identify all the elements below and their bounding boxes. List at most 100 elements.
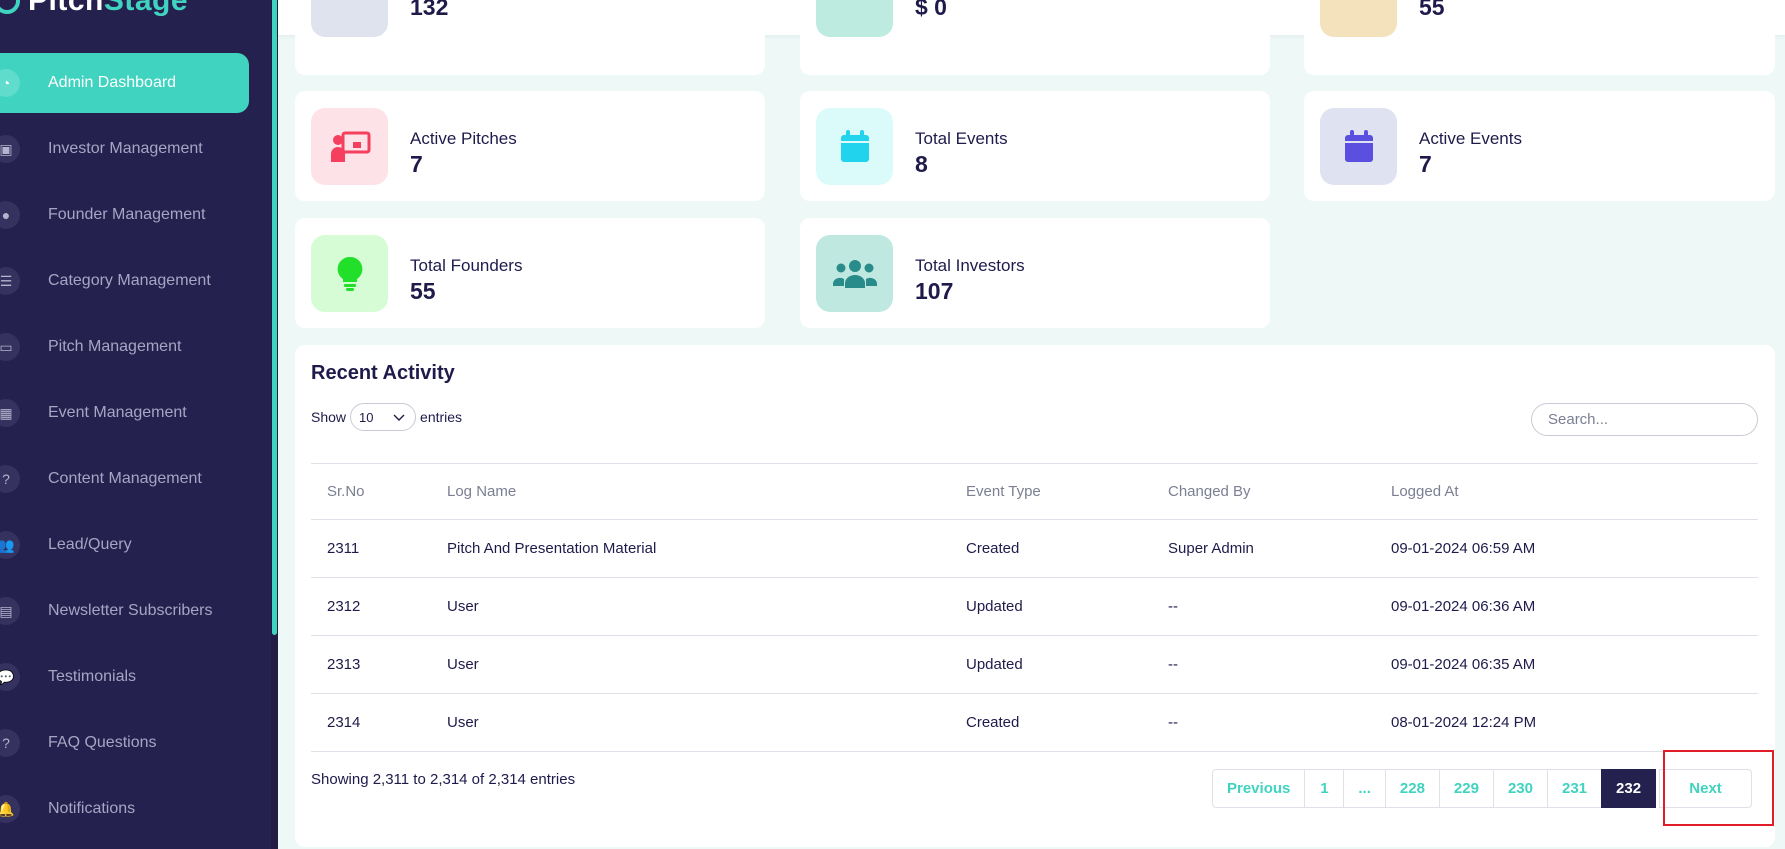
stat-card-active-events[interactable]: Active Events 7 — [1304, 91, 1775, 201]
logo-mark-icon — [0, 0, 20, 14]
table-header-row: Sr.No Log Name Event Type Changed By Log… — [311, 463, 1758, 520]
table-cell: User — [447, 598, 479, 615]
pagination-ellipsis[interactable]: ... — [1343, 769, 1386, 808]
recent-activity-panel: Recent Activity Show 10 entries Sr.No Lo… — [295, 345, 1775, 847]
column-header-changed-by[interactable]: Changed By — [1152, 464, 1375, 520]
column-header-logged-at[interactable]: Logged At — [1375, 464, 1758, 520]
question-icon: ? — [0, 729, 20, 757]
page-button-232[interactable]: 232 — [1601, 769, 1657, 808]
table-row: 2313 User Updated -- 09-01-2024 06:35 AM — [311, 636, 1758, 694]
column-header-sr-no[interactable]: Sr.No — [311, 464, 431, 520]
sidebar-item-investor-management[interactable]: ▣ Investor Management — [0, 119, 249, 179]
stat-value: 107 — [915, 278, 954, 304]
page-button-1[interactable]: 1 — [1304, 769, 1345, 808]
table-info: Showing 2,311 to 2,314 of 2,314 entries — [311, 771, 576, 788]
previous-button[interactable]: Previous — [1212, 769, 1306, 808]
next-button[interactable]: Next — [1659, 769, 1753, 808]
column-header-log-name[interactable]: Log Name — [431, 464, 950, 520]
table-cell: -- — [1168, 714, 1178, 731]
table-cell: User — [447, 656, 479, 673]
sidebar-item-founder-management[interactable]: ● Founder Management — [0, 185, 249, 245]
stat-card-total-investors[interactable]: Total Investors 107 — [800, 218, 1270, 328]
stat-card-active-pitches[interactable]: Active Pitches 7 — [295, 91, 765, 201]
stat-label: Active Pitches — [410, 129, 517, 148]
gauge-icon: ◔ — [0, 69, 20, 97]
page-button-231[interactable]: 231 — [1546, 769, 1603, 808]
sidebar-item-label: Event Management — [48, 404, 187, 421]
page-button-230[interactable]: 230 — [1492, 769, 1548, 808]
page-button-229[interactable]: 229 — [1438, 769, 1494, 808]
table-cell: 08-01-2024 12:24 PM — [1391, 714, 1537, 731]
sidebar-item-pitch-management[interactable]: ▭ Pitch Management — [0, 317, 249, 377]
table-cell: Super Admin — [1168, 540, 1254, 557]
sidebar-item-label: Testimonials — [48, 668, 137, 685]
search-input[interactable] — [1531, 403, 1758, 436]
page-length-select[interactable]: 10 — [350, 403, 417, 431]
sidebar-scrollbar[interactable] — [271, 0, 278, 849]
stat-card-partial-2: $ 0 — [800, 0, 1270, 75]
sidebar-item-label: Content Management — [48, 470, 202, 487]
contact-book-icon: ▣ — [0, 135, 20, 163]
sidebar: PitchStage ◔ Admin Dashboard ▣ Investor Man… — [0, 0, 278, 849]
sidebar-item-category-management[interactable]: ☰ Category Management — [0, 251, 249, 311]
sidebar-item-testimonials[interactable]: 💬 Testimonials — [0, 647, 249, 707]
question-icon: ? — [0, 465, 20, 493]
stat-value: 132 — [410, 0, 449, 20]
brand-logo[interactable]: PitchStage — [0, 0, 188, 17]
comments-icon: 💬 — [0, 663, 20, 691]
stat-label: Total Events — [915, 129, 1008, 148]
presentation-icon — [311, 108, 388, 185]
sidebar-item-notifications[interactable]: 🔔 Notifications — [0, 779, 249, 839]
table-row: 2312 User Updated -- 09-01-2024 06:36 AM — [311, 578, 1758, 636]
activity-table: Sr.No Log Name Event Type Changed By Log… — [311, 463, 1758, 752]
show-label: Show — [311, 409, 347, 425]
sidebar-item-label: Newsletter Subscribers — [48, 602, 213, 619]
stat-card-partial-1: 132 — [295, 0, 765, 75]
sidebar-item-admin-dashboard[interactable]: ◔ Admin Dashboard — [0, 53, 249, 113]
stat-card-total-founders[interactable]: Total Founders 55 — [295, 218, 765, 328]
sidebar-item-lead-query[interactable]: 👥 Lead/Query — [0, 515, 249, 575]
chevron-down-icon — [393, 410, 405, 425]
users-icon — [816, 235, 893, 312]
table-cell: User — [447, 714, 479, 731]
sidebar-item-content-management[interactable]: ? Content Management — [0, 449, 249, 509]
panel-title: Recent Activity — [311, 362, 455, 384]
table-cell: -- — [1168, 656, 1178, 673]
sidebar-item-label: Category Management — [48, 272, 211, 289]
dollar-icon — [816, 0, 893, 37]
sidebar-item-event-management[interactable]: ▦ Event Management — [0, 383, 249, 443]
sidebar-item-label: FAQ Questions — [48, 734, 157, 751]
calendar-icon — [1320, 108, 1397, 185]
sidebar-scrollbar-thumb[interactable] — [272, 0, 277, 635]
stat-value: 8 — [915, 151, 928, 177]
table-cell: 2311 — [327, 540, 360, 557]
column-header-event-type[interactable]: Event Type — [950, 464, 1152, 520]
stat-value: $ 0 — [915, 0, 947, 20]
sidebar-item-newsletter-subscribers[interactable]: ▤ Newsletter Subscribers — [0, 581, 249, 641]
star-icon — [1320, 0, 1397, 37]
stat-card-partial-3: 55 — [1304, 0, 1775, 75]
sidebar-item-label: Pitch Management — [48, 338, 182, 355]
pagination: Previous 1... 228 229 230 231 232 Next — [1212, 769, 1753, 808]
lightbulb-icon — [311, 235, 388, 312]
presentation-icon: ▭ — [0, 333, 20, 361]
sidebar-item-label: Investor Management — [48, 140, 203, 157]
stat-label: Total Founders — [410, 256, 523, 275]
stat-value: 7 — [410, 151, 423, 177]
table-cell: Created — [966, 714, 1020, 731]
table-cell: 2312 — [327, 598, 361, 615]
stat-value: 55 — [1419, 0, 1445, 20]
sidebar-item-label: Notifications — [48, 800, 136, 817]
sidebar-nav: ◔ Admin Dashboard ▣ Investor Management ● Fou… — [0, 53, 249, 845]
sidebar-item-faq-questions[interactable]: ? FAQ Questions — [0, 713, 249, 773]
list-icon: ☰ — [0, 267, 20, 295]
table-cell: -- — [1168, 598, 1178, 615]
page-length-control: Show 10 entries — [311, 403, 462, 431]
stat-card-total-events[interactable]: Total Events 8 — [800, 91, 1270, 201]
stat-value: 7 — [1419, 151, 1432, 177]
page-length-value: 10 — [359, 409, 374, 425]
stat-label: Active Events — [1419, 129, 1522, 148]
calendar-icon — [816, 108, 893, 185]
users-icon: 👥 — [0, 531, 20, 559]
page-button-228[interactable]: 228 — [1384, 769, 1440, 808]
